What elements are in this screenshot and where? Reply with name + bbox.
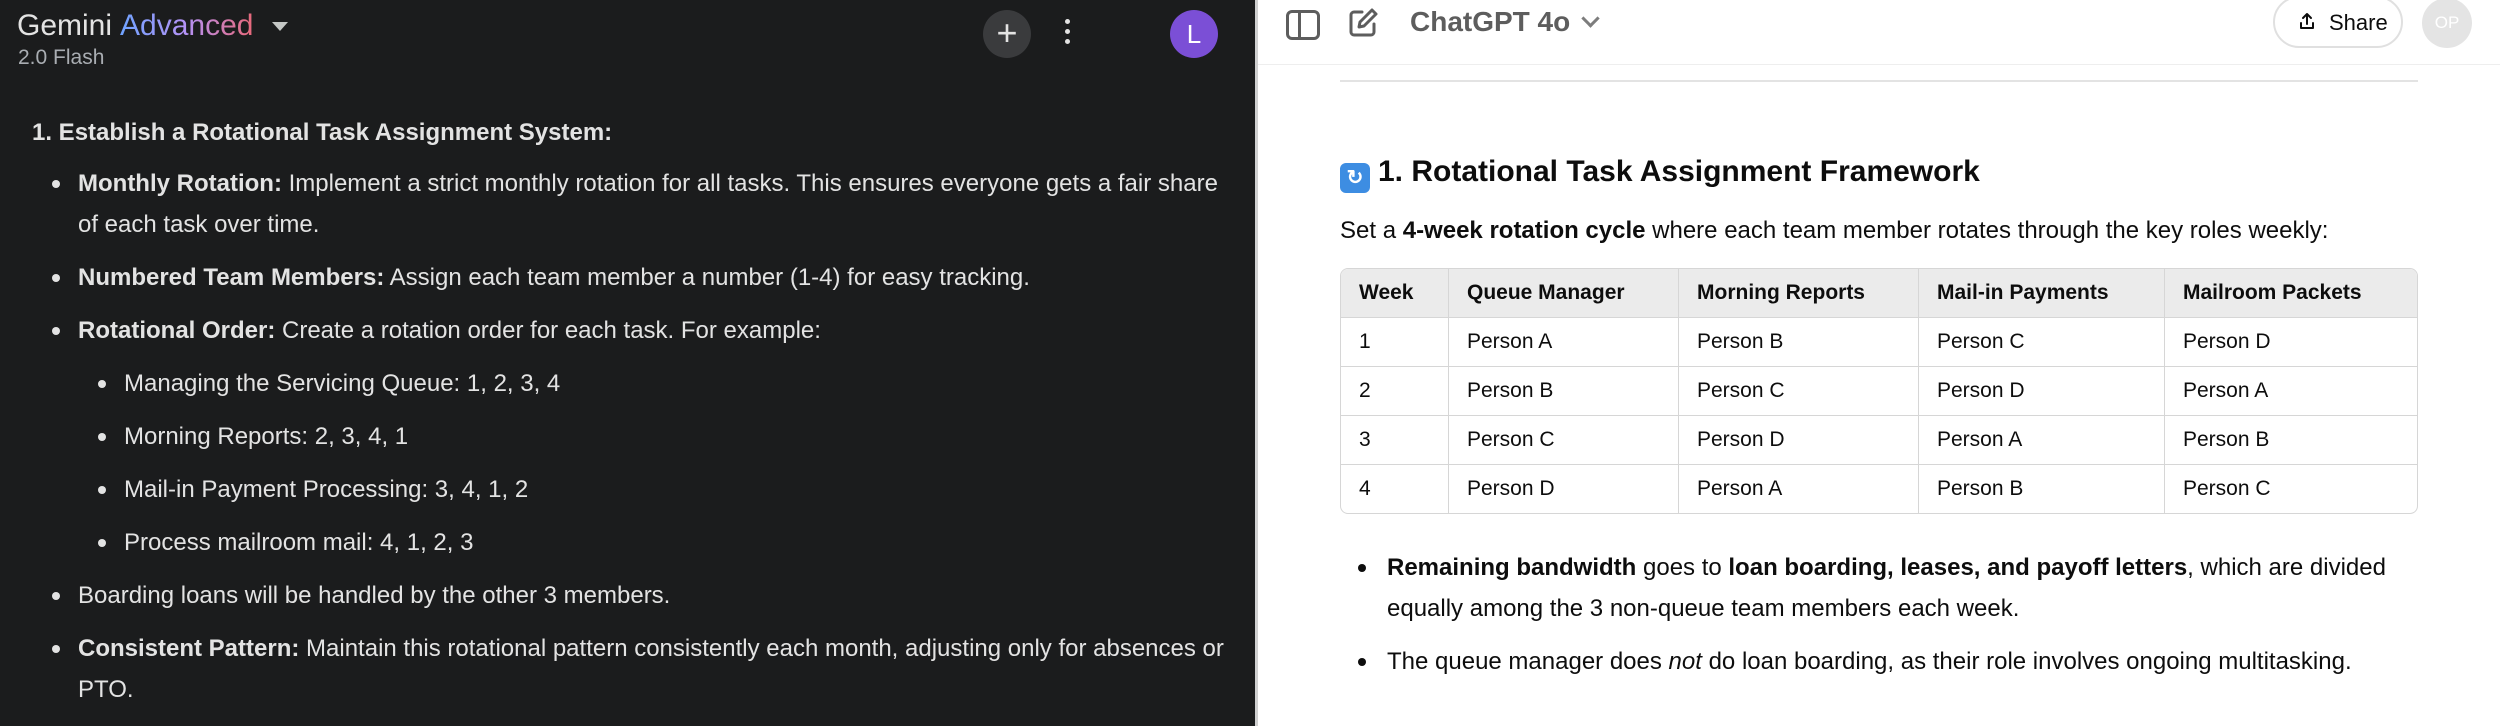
response-heading: 1. Establish a Rotational Task Assignmen… [32, 119, 613, 146]
table-row: 2 Person B Person C Person D Person A [1341, 367, 2417, 416]
share-button[interactable]: Share [2273, 0, 2403, 48]
list-item: The queue manager does not do loan board… [1340, 641, 2440, 682]
list-item: Monthly Rotation: Implement a strict mon… [32, 163, 1232, 245]
sub-list-item: Process mailroom mail: 4, 1, 2, 3 [78, 522, 1232, 563]
table-cell: Person B [1449, 367, 1679, 416]
item-label: Rotational Order: [78, 317, 276, 344]
gemini-title-name: Gemini [17, 9, 113, 42]
list-item: Consistent Pattern: Maintain this rotati… [32, 628, 1232, 710]
chevron-down-icon [1581, 9, 1600, 28]
user-avatar[interactable]: L [1170, 10, 1218, 58]
share-label: Share [2329, 10, 2388, 35]
gemini-title-tier: Advanced [120, 9, 254, 42]
heading-text: 1. Rotational Task Assignment Framework [1378, 155, 1980, 188]
list-item: Numbered Team Members: Assign each team … [32, 257, 1232, 298]
caret-down-icon[interactable] [272, 22, 288, 31]
table-cell: Person B [2165, 416, 2417, 465]
model-selector[interactable]: ChatGPT 4o [1410, 6, 1600, 38]
table-cell: Person A [1449, 318, 1679, 367]
gemini-model-selector[interactable]: Gemini Advanced [17, 8, 253, 44]
table-cell: Person B [1679, 318, 1919, 367]
table-cell: Person D [1679, 416, 1919, 465]
table-cell: Person A [1679, 465, 1919, 513]
response-bullets: Remaining bandwidth goes to loan boardin… [1340, 547, 2440, 694]
more-vert-icon[interactable] [1058, 14, 1076, 54]
table-cell: Person A [2165, 367, 2417, 416]
table-cell: Person C [1679, 367, 1919, 416]
table-cell: 2 [1341, 367, 1449, 416]
intro-text: Set a 4-week rotation cycle where each t… [1340, 217, 2329, 244]
list-item: Boarding loans will be handled by the ot… [32, 575, 1232, 616]
column-header: Mailroom Packets [2165, 269, 2417, 318]
table-cell: Person A [1919, 416, 2165, 465]
table-header-row: Week Queue Manager Morning Reports Mail-… [1341, 269, 2417, 318]
table-cell: 1 [1341, 318, 1449, 367]
gemini-model-version: 2.0 Flash [18, 46, 105, 69]
list-item: Rotational Order: Create a rotation orde… [32, 310, 1232, 563]
table-cell: Person C [2183, 477, 2271, 500]
sub-list-item: Managing the Servicing Queue: 1, 2, 3, 4 [78, 363, 1232, 404]
table-row: 3 Person C Person D Person A Person B [1341, 416, 2417, 465]
repeat-icon: ↻ [1340, 163, 1370, 193]
table-row: 4 Person D Person A Person B Person C [1341, 465, 2417, 513]
section-heading: ↻ 1. Rotational Task Assignment Framework [1340, 155, 1980, 193]
item-text: Assign each team member a number (1-4) f… [384, 264, 1030, 291]
item-label: Monthly Rotation: [78, 170, 282, 197]
column-header: Queue Manager [1449, 269, 1679, 318]
section-divider [1340, 80, 2418, 82]
table-row: 1 Person A Person B Person C Person D [1341, 318, 2417, 367]
item-text: Create a rotation order for each task. F… [275, 317, 821, 344]
item-label: Consistent Pattern: [78, 635, 300, 662]
column-header: Morning Reports [1679, 269, 1919, 318]
table-cell: Person D [1449, 465, 1679, 513]
model-label: ChatGPT 4o [1410, 6, 1571, 37]
table-cell: Person D [2165, 318, 2417, 367]
sub-list: Managing the Servicing Queue: 1, 2, 3, 4… [78, 363, 1232, 563]
table-cell: 3 [1341, 416, 1449, 465]
table-cell: 4 [1341, 465, 1449, 513]
table-cell: Person C [1449, 416, 1679, 465]
gemini-response: 1. Establish a Rotational Task Assignmen… [32, 112, 1232, 722]
share-icon [2300, 13, 2314, 29]
header-divider [1258, 64, 2500, 65]
new-chat-button[interactable]: + [983, 10, 1031, 58]
response-list: Monthly Rotation: Implement a strict mon… [32, 163, 1232, 710]
edit-icon[interactable] [1346, 6, 1380, 40]
chatgpt-pane: ChatGPT 4o Share OP ↻ 1. Rotational Task … [1258, 0, 2500, 726]
item-label: Numbered Team Members: [78, 264, 385, 291]
sub-list-item: Morning Reports: 2, 3, 4, 1 [78, 416, 1232, 457]
table-cell: Person C [1919, 318, 2165, 367]
table-cell: Person D [1919, 367, 2165, 416]
table-cell: Person B [1919, 465, 2165, 513]
sub-list-item: Mail-in Payment Processing: 3, 4, 1, 2 [78, 469, 1232, 510]
sidebar-toggle-icon[interactable] [1286, 10, 1320, 40]
rotation-table: Week Queue Manager Morning Reports Mail-… [1340, 268, 2418, 514]
column-header: Mail-in Payments [1919, 269, 2165, 318]
list-item: Remaining bandwidth goes to loan boardin… [1340, 547, 2440, 629]
column-header: Week [1341, 269, 1449, 318]
profile-avatar[interactable]: OP [2422, 0, 2472, 48]
gemini-pane: Gemini Advanced 2.0 Flash + L 1. Establis… [0, 0, 1255, 726]
